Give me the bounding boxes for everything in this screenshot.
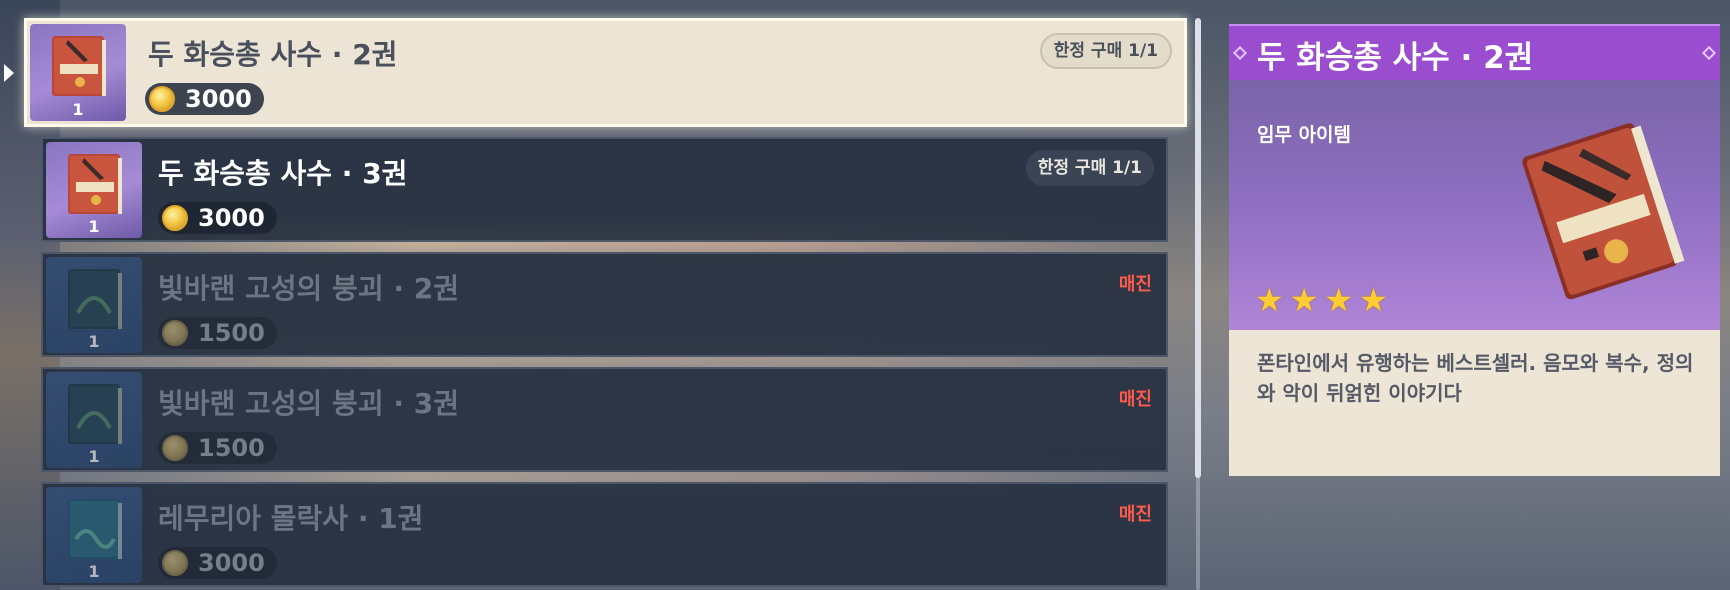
gold-coin-icon	[162, 320, 188, 346]
item-title: 두 화승총 사수 · 2권	[148, 38, 398, 71]
gold-coin-icon	[162, 435, 188, 461]
sold-out-label: 매진	[1118, 504, 1152, 525]
item-quantity: 1	[88, 332, 100, 351]
item-price: 1500	[158, 432, 277, 464]
item-type: 임무 아이템	[1257, 124, 1352, 146]
book-icon	[52, 36, 106, 96]
sold-out-label: 매진	[1118, 389, 1152, 410]
detail-title: 두 화승총 사수 · 2권	[1257, 40, 1534, 76]
star-icon: ★	[1359, 281, 1388, 319]
item-price-value: 1500	[198, 319, 265, 347]
star-icon: ★	[1324, 281, 1354, 319]
star-icon: ★	[1255, 281, 1284, 319]
item-price: 3000	[145, 83, 264, 115]
scrollbar-thumb[interactable]	[1195, 18, 1201, 478]
book-icon	[68, 154, 122, 214]
book-icon	[68, 499, 122, 559]
book-icon	[1522, 123, 1685, 300]
purchase-limit-badge: 한정 구매 1/1	[1039, 33, 1172, 69]
item-thumbnail: 1	[46, 257, 142, 353]
sold-out-label: 매진	[1118, 274, 1152, 295]
item-price-value: 3000	[198, 204, 265, 232]
rarity-stars: ★ ★ ★ ★	[1255, 284, 1388, 316]
item-title: 두 화승총 사수 · 3권	[158, 157, 408, 190]
item-quantity: 1	[88, 217, 100, 236]
header-ornament-icon	[1701, 45, 1717, 61]
item-price-value: 1500	[198, 434, 265, 462]
item-title: 빛바랜 고성의 붕괴 · 2권	[158, 272, 459, 305]
item-title: 레무리아 몰락사 · 1권	[158, 502, 424, 535]
item-price: 1500	[158, 317, 277, 349]
shop-item-row-1[interactable]: 1 두 화승총 사수 · 2권 3000 한정 구매 1/1	[24, 18, 1187, 127]
header-ornament-icon	[1232, 45, 1248, 61]
shop-item-row-2[interactable]: 1 두 화승총 사수 · 3권 3000 한정 구매 1/1	[41, 137, 1168, 242]
item-price: 3000	[158, 202, 277, 234]
item-thumbnail: 1	[46, 487, 142, 583]
star-icon: ★	[1289, 281, 1319, 319]
gold-coin-icon	[149, 86, 175, 112]
detail-art: 임무 아이템 ★ ★ ★ ★	[1229, 80, 1720, 330]
item-quantity: 1	[72, 100, 84, 119]
item-price-value: 3000	[198, 549, 265, 577]
item-quantity: 1	[88, 447, 100, 466]
purchase-limit-badge: 한정 구매 1/1	[1025, 150, 1154, 186]
shop-item-row-5[interactable]: 1 레무리아 몰락사 · 1권 3000 매진	[41, 482, 1168, 587]
item-price-value: 3000	[185, 85, 252, 113]
item-quantity: 1	[88, 562, 100, 581]
item-description: 폰타인에서 유행하는 베스트셀러. 음모와 복수, 정의와 악이 뒤얽힌 이야기…	[1257, 351, 1694, 405]
book-icon	[68, 384, 122, 444]
book-icon	[68, 269, 122, 329]
shop-item-list: 1 두 화승총 사수 · 2권 3000 한정 구매 1/1 1 두 화승총 사…	[0, 0, 1200, 590]
item-thumbnail: 1	[30, 24, 126, 121]
item-thumbnail: 1	[46, 372, 142, 468]
shop-item-row-3[interactable]: 1 빛바랜 고성의 붕괴 · 2권 1500 매진	[41, 252, 1168, 357]
gold-coin-icon	[162, 550, 188, 576]
item-title: 빛바랜 고성의 붕괴 · 3권	[158, 387, 459, 420]
detail-header: 두 화승총 사수 · 2권	[1229, 24, 1720, 80]
gold-coin-icon	[162, 205, 188, 231]
item-thumbnail: 1	[46, 142, 142, 238]
shop-item-row-4[interactable]: 1 빛바랜 고성의 붕괴 · 3권 1500 매진	[41, 367, 1168, 472]
item-price: 3000	[158, 547, 277, 579]
item-detail-panel: 두 화승총 사수 · 2권 임무 아이템 ★ ★ ★ ★ 폰타인에서 유행하는 …	[1229, 24, 1720, 476]
